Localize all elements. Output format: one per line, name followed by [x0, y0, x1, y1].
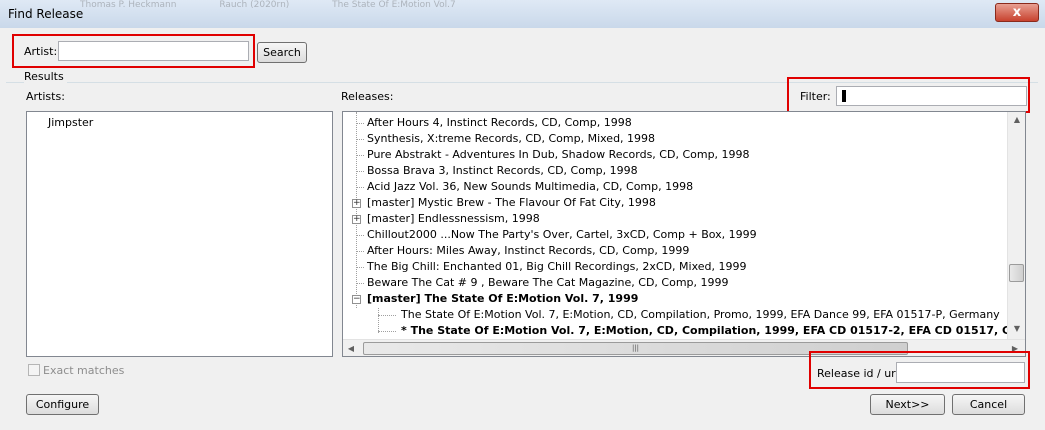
release-item[interactable]: Synthesis, X:treme Records, CD, Comp, Mi… [367, 131, 655, 147]
release-item[interactable]: Chillout2000 ...Now The Party's Over, Ca… [367, 227, 757, 243]
tree-guide-line [356, 283, 364, 284]
title-bar: Thomas P. Heckmann Rauch (2020rn) The St… [0, 0, 1045, 28]
release-item[interactable]: Beware The Cat # 9 , Beware The Cat Maga… [367, 275, 729, 291]
tree-guide-line [356, 267, 364, 268]
background-column-text: Rauch (2020rn) [219, 0, 290, 10]
release-item[interactable]: [master] The State Of E:Motion Vol. 7, 1… [367, 291, 638, 307]
release-id-input[interactable] [896, 362, 1025, 383]
release-item[interactable]: Pure Abstrakt - Adventures In Dub, Shado… [367, 147, 750, 163]
close-icon: x [1012, 5, 1022, 20]
window-title: Find Release [8, 7, 84, 21]
release-id-label: Release id / url: [817, 367, 903, 380]
artists-list[interactable]: Jimpster [26, 111, 333, 357]
release-item[interactable]: After Hours: Miles Away, Instinct Record… [367, 243, 689, 259]
artist-label: Artist: [24, 45, 58, 58]
filter-label: Filter: [800, 90, 831, 103]
collapse-icon[interactable]: − [352, 295, 361, 304]
tree-guide-line [356, 235, 364, 236]
release-item[interactable]: [master] Mystic Brew - The Flavour Of Fa… [367, 195, 656, 211]
filter-input[interactable] [836, 86, 1027, 106]
tree-guide-line [356, 171, 364, 172]
tree-guide-line [356, 123, 364, 124]
release-item[interactable]: After Hours 4, Instinct Records, CD, Com… [367, 115, 632, 131]
release-item[interactable]: [master] Endlessnessism, 1998 [367, 211, 540, 227]
expand-icon[interactable]: + [352, 199, 361, 208]
background-column-text: Thomas P. Heckmann [80, 0, 177, 10]
background-window-columns: Thomas P. Heckmann Rauch (2020rn) The St… [80, 0, 980, 12]
tree-guide-line [378, 315, 396, 316]
results-group-label: Results [24, 70, 67, 83]
search-button[interactable]: Search [257, 42, 307, 63]
scroll-down-icon[interactable]: ▼ [1008, 324, 1025, 333]
tree-guide-line [356, 155, 364, 156]
tree-guide-line [356, 139, 364, 140]
cancel-button[interactable]: Cancel [952, 394, 1025, 415]
tree-guide-line [378, 308, 379, 333]
release-item[interactable]: Bossa Brava 3, Instinct Records, CD, Com… [367, 163, 638, 179]
tree-guide-line [356, 187, 364, 188]
release-item[interactable]: * The State Of E:Motion Vol. 7, E:Motion… [401, 323, 1025, 339]
artist-item[interactable]: Jimpster [48, 115, 93, 131]
exact-matches-checkbox[interactable] [28, 364, 40, 376]
scroll-up-icon[interactable]: ▲ [1008, 115, 1025, 124]
tree-guide-line [356, 112, 357, 308]
releases-label: Releases: [341, 90, 394, 103]
background-column-text: The State Of E:Motion Vol.7 [332, 0, 456, 10]
close-button[interactable]: x [995, 3, 1039, 22]
releases-tree[interactable]: After Hours 4, Instinct Records, CD, Com… [342, 111, 1026, 357]
artist-input[interactable] [58, 41, 249, 61]
artists-label: Artists: [26, 90, 65, 103]
text-cursor [842, 90, 846, 102]
release-item[interactable]: The State Of E:Motion Vol. 7, E:Motion, … [401, 307, 1000, 323]
scroll-grip-icon: ||| [631, 344, 640, 352]
tree-guide-line [356, 251, 364, 252]
find-release-dialog: Thomas P. Heckmann Rauch (2020rn) The St… [0, 0, 1045, 430]
expand-icon[interactable]: + [352, 215, 361, 224]
tree-guide-line [378, 331, 396, 332]
vertical-scroll-thumb[interactable] [1009, 264, 1024, 282]
release-item[interactable]: The Big Chill: Enchanted 01, Big Chill R… [367, 259, 747, 275]
configure-button[interactable]: Configure [26, 394, 99, 415]
scroll-left-icon[interactable]: ◀ [345, 344, 357, 353]
next-button[interactable]: Next>> [870, 394, 945, 415]
exact-matches-label: Exact matches [43, 364, 125, 377]
release-item[interactable]: Acid Jazz Vol. 36, New Sounds Multimedia… [367, 179, 693, 195]
vertical-scrollbar[interactable]: ▲ ▼ [1007, 112, 1025, 339]
